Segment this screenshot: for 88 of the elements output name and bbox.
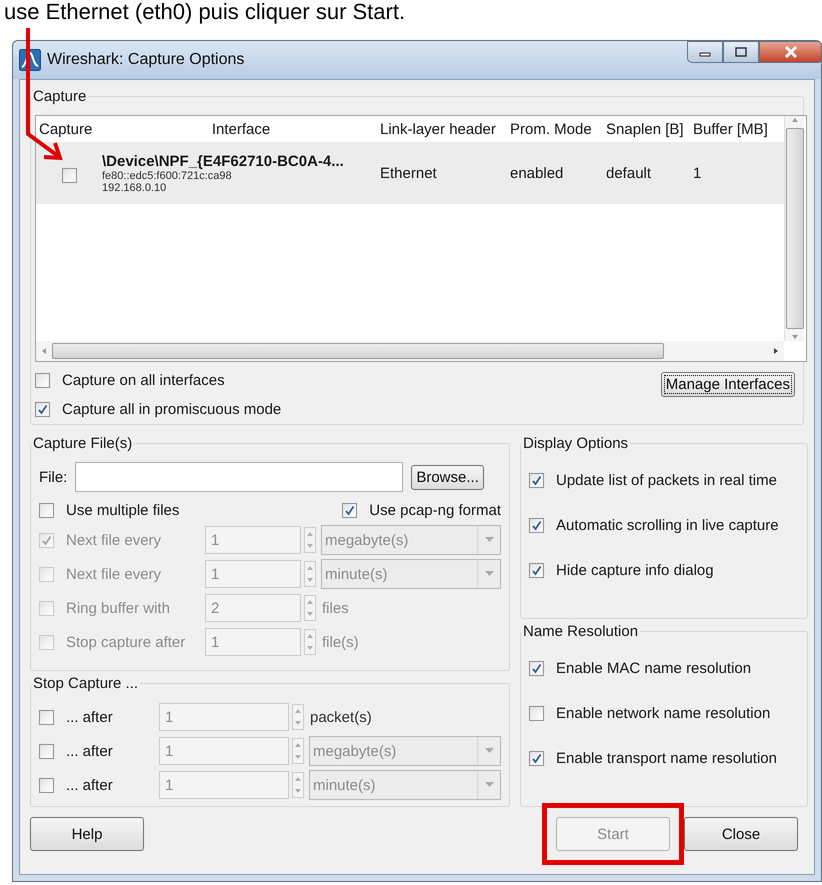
spin-arrows-icon	[292, 738, 304, 764]
checkbox[interactable]	[39, 503, 54, 518]
table-cell-text: default	[605, 164, 652, 182]
dialog-button[interactable]: Close	[684, 817, 798, 851]
instruction-text: use Ethernet (eth0) puis cliquer sur Start.	[4, 0, 406, 24]
close-button[interactable]	[759, 41, 821, 63]
checkbox[interactable]	[529, 751, 544, 766]
column-header[interactable]: Snaplen [B]	[603, 120, 690, 138]
caret-icon	[484, 537, 494, 543]
checkbox-label: Automatic scrolling in live capture	[556, 517, 779, 534]
group-title: Stop Capture ...	[32, 675, 140, 692]
checkbox-label: Hide capture info dialog	[556, 562, 714, 579]
number-field[interactable]: 1	[159, 737, 289, 765]
checkbox-label: ... after	[66, 708, 113, 726]
maximize-button[interactable]	[723, 41, 759, 63]
spin-arrows-icon	[304, 629, 316, 655]
checkbox[interactable]	[39, 744, 54, 758]
group-title: Capture	[32, 88, 88, 105]
column-header[interactable]: Prom. Mode	[507, 120, 603, 138]
caret-icon	[484, 782, 494, 788]
unit-label: files	[321, 600, 350, 616]
checkbox[interactable]	[62, 168, 76, 182]
checkbox-label: ... after	[66, 776, 113, 794]
spin-arrows-icon	[304, 561, 316, 587]
checkbox-label: Update list of packets in real time	[556, 472, 777, 489]
table-row[interactable]: \Device\NPF_{E4F62710-BC0A-4... fe80::edc5:f600:721c:ca98 192.168.0.10 Ethernet enabled default 1	[36, 142, 784, 204]
scroll-right-icon	[772, 347, 780, 355]
checkbox-label: Stop capture after	[66, 634, 186, 650]
column-header[interactable]: Capture	[36, 120, 102, 138]
browse-button[interactable]: Browse...	[411, 464, 484, 490]
checkbox[interactable]	[35, 402, 50, 417]
checkbox-label: Ring buffer with	[66, 600, 170, 616]
file-input-field[interactable]	[75, 462, 404, 492]
vertical-scrollbar[interactable]	[784, 116, 804, 341]
manage-interfaces-button[interactable]: Manage Interfaces	[660, 372, 795, 397]
field-label: File:	[39, 468, 68, 486]
scroll-up-icon	[790, 116, 798, 124]
number-field[interactable]: 1	[159, 771, 289, 799]
checkbox[interactable]	[529, 518, 544, 533]
scroll-left-icon	[40, 347, 48, 355]
group-title: Display Options	[522, 435, 630, 452]
checkbox-label: Next file every	[66, 566, 162, 582]
column-header[interactable]: Interface	[102, 120, 377, 138]
checkbox-label: Capture on all interfaces	[62, 372, 225, 389]
unit-dropdown[interactable]: minute(s)	[309, 770, 501, 800]
checkbox[interactable]	[529, 706, 544, 721]
group-title: Name Resolution	[522, 623, 640, 640]
interface-name: \Device\NPF_{E4F62710-BC0A-4...	[102, 152, 345, 170]
checkbox-label: Enable transport name resolution	[556, 750, 777, 767]
checkbox-label: Enable MAC name resolution	[556, 660, 752, 677]
caret-icon	[484, 571, 494, 577]
number-field[interactable]: 1	[159, 703, 289, 731]
spin-arrows-icon	[292, 772, 304, 798]
checkbox-label: Use pcap-ng format	[369, 502, 501, 519]
checkbox[interactable]	[35, 373, 50, 388]
checkbox[interactable]	[529, 661, 544, 676]
checkbox-label: Use multiple files	[66, 502, 180, 519]
unit-dropdown[interactable]: megabyte(s)	[309, 736, 501, 766]
interface-address: 192.168.0.10	[102, 182, 168, 194]
checkbox[interactable]	[529, 473, 544, 488]
horizontal-scrollbar[interactable]	[36, 341, 784, 361]
checkbox[interactable]	[342, 503, 358, 518]
checkbox-label: Enable network name resolution	[556, 705, 770, 722]
checkbox-label: Next file every	[66, 532, 162, 548]
unit-label: file(s)	[321, 634, 360, 650]
spin-arrows-icon	[304, 527, 316, 553]
column-header[interactable]: Link-layer header	[377, 120, 507, 138]
close-icon	[784, 46, 798, 58]
window-title: Wireshark: Capture Options	[47, 51, 246, 69]
table-cell-text: 1	[692, 164, 702, 182]
checkbox[interactable]	[39, 778, 54, 792]
group-title: Capture File(s)	[32, 435, 134, 452]
checkbox[interactable]	[529, 563, 544, 578]
maximize-icon	[735, 47, 747, 57]
spin-arrows-icon	[304, 595, 316, 621]
checkbox-label: ... after	[66, 742, 113, 760]
minimize-button[interactable]	[687, 41, 723, 63]
checkbox[interactable]	[39, 710, 54, 724]
checkbox-label: Capture all in promiscuous mode	[62, 401, 282, 418]
table-cell-text: Ethernet	[379, 164, 438, 182]
scroll-down-icon	[790, 333, 798, 341]
spin-arrows-icon	[292, 704, 304, 730]
interface-address: fe80::edc5:f600:721c:ca98	[102, 170, 233, 182]
column-header[interactable]: Buffer [MB]	[690, 120, 784, 138]
caret-icon	[484, 748, 494, 754]
unit-label: packet(s)	[309, 708, 373, 726]
dialog-button[interactable]: Help	[30, 817, 144, 851]
table-cell-text: enabled	[509, 164, 564, 182]
